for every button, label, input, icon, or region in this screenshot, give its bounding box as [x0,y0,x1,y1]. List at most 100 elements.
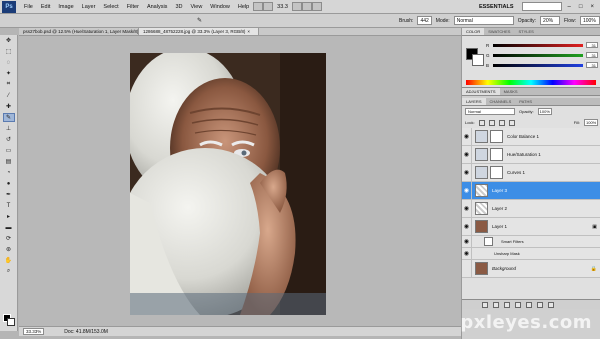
menu-image[interactable]: Image [54,4,77,10]
document-tab-active[interactable]: 1286688_48752228.jpg @ 33.3% (Layer 3, R… [139,28,259,35]
layer-row[interactable]: ◉ Hue/Saturation 1 [462,145,600,164]
document-canvas-image[interactable] [130,53,326,315]
tab-paths[interactable]: PATHS [515,98,536,105]
layer-row[interactable]: ◉ Curves 1 [462,163,600,182]
layer-row[interactable]: ◉ Color Balance 1 [462,127,600,146]
flow-field[interactable]: 100% [580,16,600,25]
layer-row[interactable]: ◉ Layer 2 [462,199,600,218]
layer-name[interactable]: Color Balance 1 [507,134,539,139]
red-value-field[interactable]: 31 [586,42,598,48]
visibility-eye-icon[interactable]: ◉ [462,235,472,248]
marquee-tool-icon[interactable]: ⬚ [3,47,15,56]
blue-value-field[interactable]: 31 [586,62,598,68]
layer-mask-thumbnail[interactable] [490,148,503,161]
tab-styles[interactable]: STYLES [514,28,537,35]
new-adjustment-icon[interactable] [515,301,521,308]
crop-tool-icon[interactable]: ⌗ [3,80,15,89]
bridge-button[interactable] [253,2,264,11]
move-tool-icon[interactable]: ✥ [3,36,15,45]
visibility-eye-icon[interactable]: ◉ [462,181,472,200]
dodge-tool-icon[interactable]: ● [3,179,15,188]
3d-orbit-tool-icon[interactable]: ⊛ [3,245,15,254]
green-value-field[interactable]: 31 [586,52,598,58]
healing-brush-tool-icon[interactable]: ✚ [3,102,15,111]
layer-opacity-field[interactable]: 100% [537,108,552,115]
layer-style-icon[interactable] [493,301,499,308]
workspace-switcher[interactable]: ESSENTIALS [475,4,518,10]
lock-all-icon[interactable] [508,119,515,126]
layer-name[interactable]: Background [492,266,516,271]
tab-channels[interactable]: CHANNELS [486,98,516,105]
new-group-icon[interactable] [526,301,532,308]
arrange-documents-button[interactable] [311,2,322,11]
layer-name[interactable]: Layer 2 [492,206,507,211]
visibility-eye-icon[interactable]: ◉ [462,247,472,260]
brush-size-field[interactable]: 442 [417,16,432,25]
background-layer-row[interactable]: Background 🔒 [462,259,600,278]
blue-slider[interactable] [493,63,583,67]
layer-name[interactable]: Layer 3 [492,188,507,193]
menu-help[interactable]: Help [234,4,253,10]
menu-file[interactable]: File [20,4,37,10]
zoom-tool-icon[interactable]: ⌕ [3,267,15,276]
hand-tool-button[interactable] [291,2,302,11]
layer-mask-thumbnail[interactable] [490,166,503,179]
type-tool-icon[interactable]: T [3,201,15,210]
hand-tool-icon[interactable]: ✋ [3,256,15,265]
tab-masks[interactable]: MASKS [500,88,522,95]
visibility-eye-icon[interactable]: ◉ [462,163,472,182]
zoom-tool-button[interactable] [301,2,312,11]
layer-name[interactable]: Layer 1 [492,224,507,229]
visibility-eye-icon[interactable]: ◉ [462,199,472,218]
visibility-eye-icon[interactable]: ◉ [462,127,472,146]
zoom-level[interactable]: 33.3 [273,4,292,10]
document-tab[interactable]: pss27bob.psd @ 12.5% (Hue/Saturation 1, … [19,28,139,35]
visibility-eye-icon[interactable] [462,259,472,278]
layer-mask-thumbnail[interactable] [490,130,503,143]
layer-name[interactable]: Curves 1 [507,170,525,175]
tab-layers[interactable]: LAYERS [462,98,486,105]
link-layers-icon[interactable] [482,301,488,308]
menu-view[interactable]: View [186,4,206,10]
opacity-field[interactable]: 20% [540,16,561,25]
visibility-eye-icon[interactable]: ◉ [462,145,472,164]
maximize-icon[interactable]: □ [577,4,585,10]
blend-mode-select[interactable]: Normal [465,108,515,115]
filter-mask-thumbnail[interactable] [484,237,493,246]
background-color-swatch[interactable] [7,318,15,326]
layer-row-selected[interactable]: ◉ Layer 3 [462,181,600,200]
canvas-area[interactable] [19,36,461,326]
minimize-icon[interactable]: – [566,4,573,10]
lock-pixels-icon[interactable] [488,119,495,126]
layer-row[interactable]: ◉ Layer 1 ▣ [462,217,600,236]
status-zoom-field[interactable]: 33.33% [23,328,45,335]
path-selection-tool-icon[interactable]: ▸ [3,212,15,221]
tab-swatches[interactable]: SWATCHES [484,28,514,35]
lasso-tool-icon[interactable]: ◌ [3,58,15,67]
brush-tool-icon[interactable]: ✎ [2,113,15,122]
minibridge-button[interactable] [263,2,274,11]
menu-layer[interactable]: Layer [78,4,100,10]
mode-select[interactable]: Normal [453,16,514,25]
3d-rotate-tool-icon[interactable]: ⟳ [3,234,15,243]
pen-tool-icon[interactable]: ✒ [3,190,15,199]
menu-edit[interactable]: Edit [37,4,54,10]
shape-tool-icon[interactable]: ▬ [3,223,15,232]
close-tab-icon[interactable]: × [247,29,250,34]
search-input[interactable] [521,2,562,11]
menu-window[interactable]: Window [206,4,234,10]
history-brush-tool-icon[interactable]: ↺ [3,135,15,144]
color-spectrum[interactable] [466,80,596,85]
clone-stamp-tool-icon[interactable]: ⊥ [3,124,15,133]
tab-adjustments[interactable]: ADJUSTMENTS [462,88,500,95]
eyedropper-tool-icon[interactable]: ⁄ [3,91,15,100]
tab-color[interactable]: COLOR [462,28,485,35]
brush-preset-icon[interactable]: ✎ [194,16,206,25]
fill-field[interactable]: 100% [584,119,598,126]
eraser-tool-icon[interactable]: ▭ [3,146,15,155]
blur-tool-icon[interactable]: ◔ [3,168,15,177]
panel-background-swatch[interactable] [472,54,484,66]
new-layer-icon[interactable] [537,301,543,308]
gradient-tool-icon[interactable]: ▤ [3,157,15,166]
lock-transparency-icon[interactable] [478,119,485,126]
